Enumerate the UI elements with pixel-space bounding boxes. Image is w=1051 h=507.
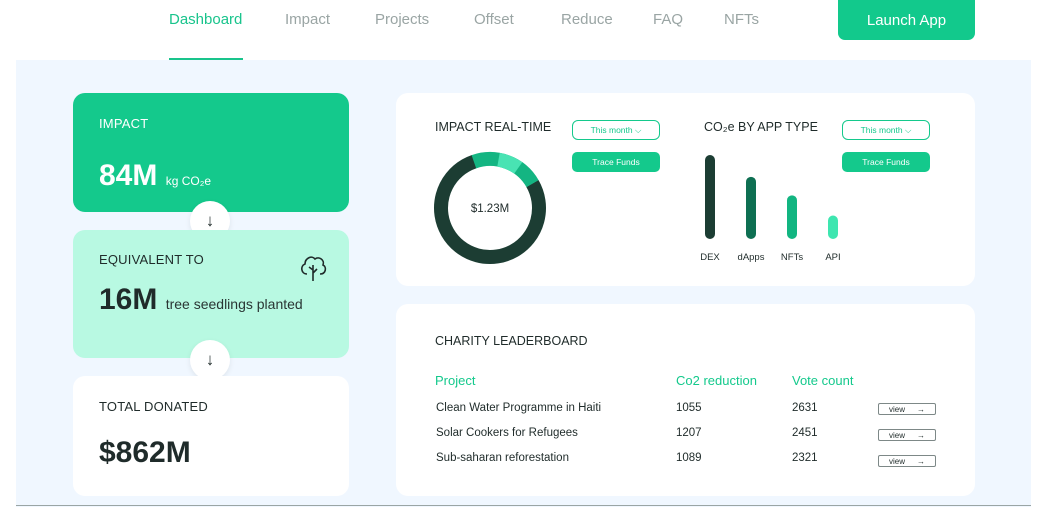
project-name: Solar Cookers for Refugees bbox=[436, 427, 578, 439]
tree-icon bbox=[301, 256, 327, 281]
nav-faq[interactable]: FAQ bbox=[653, 11, 683, 28]
bar-label: NFTs bbox=[781, 252, 803, 263]
app-type-period-select[interactable]: This month ⌵ bbox=[842, 120, 930, 140]
bottom-divider bbox=[16, 505, 1031, 506]
realtime-trace-funds-button[interactable]: Trace Funds bbox=[572, 152, 660, 172]
vote-count: 2451 bbox=[792, 427, 818, 439]
impact-donut-chart: $1.23M bbox=[434, 152, 546, 264]
equivalent-value: 16M bbox=[99, 283, 158, 316]
charts-card: IMPACT REAL-TIME This month ⌵ Trace Fund… bbox=[396, 93, 975, 286]
total-value: $862M bbox=[99, 436, 191, 469]
launch-app-button[interactable]: Launch App bbox=[838, 0, 975, 40]
bar-dapps bbox=[746, 176, 756, 239]
down-arrow-icon[interactable]: ↓ bbox=[190, 340, 230, 380]
leaderboard-title: CHARITY LEADERBOARD bbox=[435, 334, 588, 348]
bar-label: API bbox=[825, 252, 840, 263]
app-type-title: CO₂e BY APP TYPE bbox=[704, 120, 818, 134]
project-name: Sub-saharan reforestation bbox=[436, 452, 569, 464]
vote-count: 2631 bbox=[792, 402, 818, 414]
view-label: view bbox=[888, 404, 905, 414]
equivalent-unit: tree seedlings planted bbox=[165, 296, 303, 312]
nav-dashboard[interactable]: Dashboard bbox=[169, 11, 242, 28]
co2-value: 1055 bbox=[676, 402, 702, 414]
nav-reduce[interactable]: Reduce bbox=[561, 11, 613, 28]
bar-label: DEX bbox=[701, 252, 720, 263]
nav-impact[interactable]: Impact bbox=[285, 11, 330, 28]
top-navigation: Dashboard Impact Projects Offset Reduce … bbox=[16, 0, 1031, 60]
co2-value: 1207 bbox=[676, 427, 702, 439]
nav-offset[interactable]: Offset bbox=[474, 11, 514, 28]
project-name: Clean Water Programme in Haiti bbox=[436, 402, 602, 414]
column-header-project: Project bbox=[435, 373, 476, 388]
arrow-right-icon: → bbox=[916, 404, 925, 414]
nav-projects[interactable]: Projects bbox=[375, 11, 429, 28]
charity-leaderboard-card: CHARITY LEADERBOARD Project Co2 reductio… bbox=[396, 304, 975, 496]
total-label: TOTAL DONATED bbox=[99, 399, 209, 414]
impact-unit: kg CO₂e bbox=[165, 174, 212, 188]
view-button[interactable]: view → bbox=[878, 403, 936, 415]
bar-nfts bbox=[787, 195, 797, 239]
column-header-votes: Vote count bbox=[792, 373, 854, 388]
column-header-co2: Co2 reduction bbox=[676, 373, 757, 388]
bar-dex bbox=[705, 155, 715, 239]
view-label: view bbox=[888, 430, 905, 440]
impact-label: IMPACT bbox=[99, 116, 149, 131]
realtime-title: IMPACT REAL-TIME bbox=[435, 120, 552, 134]
view-label: view bbox=[888, 456, 905, 466]
donut-center-value: $1.23M bbox=[471, 203, 509, 215]
impact-card: IMPACT 84M kg CO₂e bbox=[73, 93, 349, 212]
view-button[interactable]: view → bbox=[878, 455, 936, 467]
equivalent-value-line: 16M tree seedlings planted bbox=[99, 283, 303, 317]
vote-count: 2321 bbox=[792, 452, 818, 464]
bar-api bbox=[828, 215, 838, 239]
view-button[interactable]: view → bbox=[878, 429, 936, 441]
equivalent-card: EQUIVALENT TO 16M tree seedlings planted bbox=[73, 230, 349, 358]
page-frame: Dashboard Impact Projects Offset Reduce … bbox=[16, 0, 1031, 507]
total-donated-card: TOTAL DONATED $862M bbox=[73, 376, 349, 496]
arrow-right-icon: → bbox=[916, 456, 925, 466]
arrow-right-icon: → bbox=[916, 430, 925, 440]
app-type-bar-chart: DEX dApps NFTs API bbox=[701, 155, 841, 263]
active-nav-indicator bbox=[169, 58, 243, 60]
bar-label: dApps bbox=[738, 252, 765, 263]
equivalent-label: EQUIVALENT TO bbox=[99, 252, 204, 267]
impact-value: 84M bbox=[99, 159, 158, 192]
co2-value: 1089 bbox=[676, 452, 702, 464]
nav-nfts[interactable]: NFTs bbox=[724, 11, 759, 28]
realtime-period-select[interactable]: This month ⌵ bbox=[572, 120, 660, 140]
impact-value-line: 84M kg CO₂e bbox=[99, 159, 211, 193]
